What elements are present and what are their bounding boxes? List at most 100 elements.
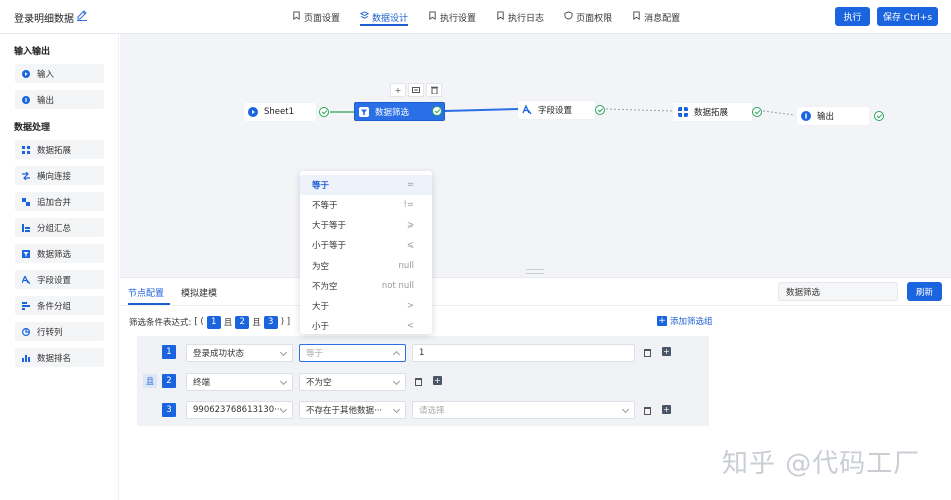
add-filter-group-button[interactable]: + 添加筛选组	[657, 315, 713, 327]
sidebar-item-data-filter[interactable]: 数据筛选	[15, 244, 104, 263]
sidebar-item-horizontal-join[interactable]: 横向连接	[15, 166, 104, 185]
sidebar-item-output[interactable]: 输出	[15, 90, 104, 109]
tab-node-config[interactable]: 节点配置	[128, 286, 164, 299]
node-add-icon[interactable]: +	[390, 83, 406, 97]
field-value: 终端	[193, 378, 211, 388]
add-row-icon[interactable]: +	[662, 347, 671, 356]
plus-icon: +	[657, 316, 667, 326]
add-row-icon[interactable]: +	[433, 376, 442, 385]
expr-chip-1: 1	[206, 315, 221, 329]
value-text: 1	[419, 348, 425, 358]
option-label: 不为空	[312, 282, 338, 292]
status-ok-icon	[595, 105, 605, 115]
top-bar: 登录明细数据 页面设置 数据设计 执行设置 执行日志 页面权限 消息配置 执行 …	[0, 0, 951, 34]
sidebar-item-label: 输出	[37, 95, 55, 106]
operator-select[interactable]: 不存在于其他数据···	[299, 401, 406, 419]
input-icon	[248, 107, 258, 117]
and-connector[interactable]: 且	[143, 374, 157, 388]
tab-exec-settings[interactable]: 执行设置	[428, 0, 476, 34]
value-input[interactable]: 1	[412, 344, 635, 362]
chevron-down-icon	[279, 377, 288, 386]
sidebar-item-condition-group[interactable]: 条件分组	[15, 296, 104, 315]
sidebar-item-label: 分组汇总	[37, 223, 72, 234]
option-gte[interactable]: 大于等于 ⩾	[300, 215, 432, 235]
condition-icon	[22, 301, 30, 310]
node-data-expand[interactable]: 数据拓展	[673, 103, 752, 121]
tab-divider	[120, 305, 951, 306]
pivot-icon	[22, 327, 30, 336]
delete-row-icon[interactable]	[414, 377, 423, 386]
option-equal[interactable]: 等于 =	[300, 175, 432, 195]
tab-label: 执行日志	[508, 14, 545, 24]
option-greater[interactable]: 大于 >	[300, 296, 432, 316]
option-null[interactable]: 为空 null	[300, 256, 432, 276]
option-label: 等于	[312, 181, 330, 191]
field-select[interactable]: 990623768613130···	[186, 401, 293, 419]
node-sheet1[interactable]: Sheet1	[244, 103, 316, 121]
tab-page-settings[interactable]: 页面设置	[292, 0, 340, 34]
save-button[interactable]: 保存 Ctrl+s	[877, 7, 938, 26]
operator-select[interactable]: 等于	[299, 344, 406, 362]
output-icon	[801, 111, 811, 121]
tab-simulate-model[interactable]: 模拟建模	[181, 286, 217, 299]
add-row-icon[interactable]: +	[662, 405, 671, 414]
io-section-title: 输入输出	[14, 47, 51, 57]
delete-row-icon[interactable]	[643, 406, 652, 415]
option-symbol: ⩽	[406, 240, 414, 250]
flow-canvas[interactable]: + Sheet1 数据筛选 字段设置 数据拓展 输出	[120, 34, 951, 277]
join-icon	[22, 171, 30, 180]
sidebar-item-data-expand[interactable]: 数据拓展	[15, 140, 104, 159]
group-icon	[22, 223, 30, 232]
refresh-button[interactable]: 刷新	[907, 282, 942, 301]
option-label: 小于	[312, 322, 330, 332]
value-select[interactable]: 请选择	[412, 401, 635, 419]
operator-dropdown[interactable]: 等于 = 不等于 != 大于等于 ⩾ 小于等于 ⩽ 为空 null 不为空 not null…	[300, 171, 432, 334]
execute-button[interactable]: 执行	[835, 7, 870, 26]
operator-value: 不为空	[306, 378, 332, 388]
option-symbol: <	[406, 321, 414, 331]
chevron-down-icon	[279, 348, 288, 357]
option-label: 不等于	[312, 201, 338, 211]
chevron-down-icon	[392, 405, 401, 414]
option-symbol: !=	[403, 200, 414, 210]
tab-label: 页面权限	[576, 14, 613, 24]
field-select[interactable]: 终端	[186, 373, 293, 391]
sidebar-item-label: 条件分组	[37, 301, 72, 312]
option-lte[interactable]: 小于等于 ⩽	[300, 235, 432, 255]
option-symbol: ⩾	[406, 220, 414, 230]
field-select[interactable]: 登录成功状态	[186, 344, 293, 362]
tab-page-permission[interactable]: 页面权限	[564, 0, 612, 34]
tab-data-design[interactable]: 数据设计	[360, 0, 409, 34]
node-comment-icon[interactable]	[408, 83, 424, 97]
sidebar-item-group-summary[interactable]: 分组汇总	[15, 218, 104, 237]
sidebar-item-label: 横向连接	[37, 171, 72, 182]
operator-select[interactable]: 不为空	[299, 373, 406, 391]
tab-label: 页面设置	[304, 14, 341, 24]
sidebar-item-field-settings[interactable]: 字段设置	[15, 270, 104, 289]
status-ok-icon	[874, 111, 884, 121]
output-icon	[22, 95, 30, 104]
delete-row-icon[interactable]	[643, 348, 652, 357]
tab-message-config[interactable]: 消息配置	[632, 0, 680, 34]
tab-label: 消息配置	[644, 14, 681, 24]
option-label: 大于等于	[312, 221, 347, 231]
sidebar-item-label: 行转列	[37, 327, 63, 338]
edit-icon[interactable]	[76, 9, 88, 21]
node-output[interactable]: 输出	[797, 107, 869, 125]
watermark: 知乎 @代码工厂	[722, 449, 921, 479]
sidebar-item-input[interactable]: 输入	[15, 64, 104, 83]
sidebar-item-append-merge[interactable]: 追加合并	[15, 192, 104, 211]
option-not-null[interactable]: 不为空 not null	[300, 276, 432, 296]
sidebar-item-label: 数据拓展	[37, 145, 72, 156]
sidebar-item-row-to-col[interactable]: 行转列	[15, 322, 104, 341]
node-name-input[interactable]: 数据筛选	[778, 282, 898, 301]
sidebar-item-data-rank[interactable]: 数据排名	[15, 348, 104, 367]
bookmark-icon	[497, 11, 504, 20]
panel-resize-handle[interactable]	[526, 269, 544, 274]
tab-exec-log[interactable]: 执行日志	[496, 0, 544, 34]
node-delete-icon[interactable]	[426, 83, 442, 97]
option-less[interactable]: 小于 <	[300, 316, 432, 336]
option-not-equal[interactable]: 不等于 !=	[300, 195, 432, 215]
node-label: 输出	[817, 112, 835, 122]
node-field-settings[interactable]: 字段设置	[518, 101, 595, 119]
